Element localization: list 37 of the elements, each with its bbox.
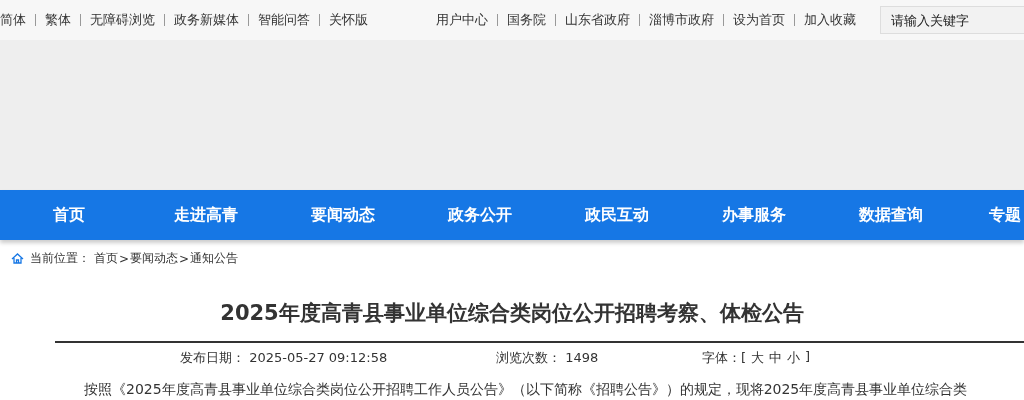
top-link[interactable]: 无障碍浏览 xyxy=(90,11,155,29)
breadcrumb-label: 当前位置： xyxy=(30,250,90,267)
top-link[interactable]: 繁体 xyxy=(45,11,71,29)
breadcrumb-separator: > xyxy=(119,251,130,266)
nav-item[interactable]: 专题 xyxy=(959,190,1024,240)
nav-item[interactable]: 政务公开 xyxy=(411,190,548,240)
breadcrumb-link[interactable]: 通知公告 xyxy=(190,250,239,267)
top-link[interactable]: 山东省政府 xyxy=(565,11,630,29)
nav-item[interactable]: 政民互动 xyxy=(548,190,685,240)
meta-info: 浏览次数： 1498 xyxy=(496,349,600,367)
top-link[interactable]: 政务新媒体 xyxy=(174,11,239,29)
home-icon xyxy=(11,253,24,264)
font-size-option[interactable]: 大 xyxy=(751,349,765,367)
nav-item[interactable]: 数据查询 xyxy=(822,190,959,240)
article-title: 2025年度高青县事业单位综合类岗位公开招聘考察、体检公告 xyxy=(219,300,805,327)
top-link[interactable]: 淄博市政府 xyxy=(649,11,714,29)
top-link[interactable]: 关怀版 xyxy=(329,11,368,29)
search-field[interactable]: 请输入关键字 xyxy=(880,6,1024,34)
bracket: ] xyxy=(805,349,811,366)
breadcrumb-link[interactable]: 首页 xyxy=(94,250,118,267)
top-link[interactable]: 用户中心 xyxy=(436,11,488,29)
font-size-label: 字体：[ xyxy=(702,349,747,367)
meta-info: 发布日期： 2025-05-27 09:12:58 xyxy=(180,349,389,367)
nav-item[interactable]: 要闻动态 xyxy=(274,190,411,240)
font-size-option[interactable]: 小 xyxy=(787,349,801,367)
article-paragraph: 按照《2025年度高青县事业单位综合类岗位公开招聘工作人员公告》（以下简称《招聘公告》）的规定，现将2025年度高青县事业单位综合类 xyxy=(84,381,969,399)
nav-item[interactable]: 办事服务 xyxy=(685,190,822,240)
breadcrumb-link[interactable]: 要闻动态 xyxy=(130,250,179,267)
top-link[interactable]: 国务院 xyxy=(507,11,546,29)
font-size-option[interactable]: 中 xyxy=(769,349,783,367)
breadcrumb-separator: > xyxy=(179,251,190,266)
nav-item[interactable]: 首页 xyxy=(0,190,137,240)
top-link[interactable]: 设为首页 xyxy=(733,11,785,29)
top-link[interactable]: 智能问答 xyxy=(258,11,310,29)
nav-item[interactable]: 走进高青 xyxy=(137,190,274,240)
top-link[interactable]: 加入收藏 xyxy=(804,11,856,29)
top-link[interactable]: 简体 xyxy=(0,11,26,29)
